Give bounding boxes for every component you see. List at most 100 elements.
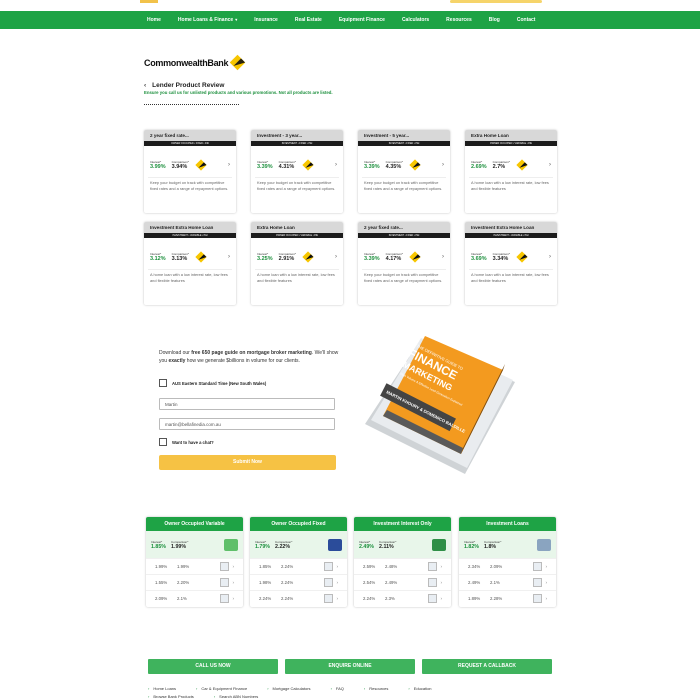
rate-row[interactable]: 1.99% 1.99% › <box>146 558 243 574</box>
interest-rate: 3.69% <box>471 256 487 262</box>
rate-row[interactable]: 2.34% 2.09% › <box>459 558 556 574</box>
nav-calculators[interactable]: Calculators <box>402 17 429 23</box>
nav-insurance[interactable]: Insurance <box>254 17 278 23</box>
bank-logo-icon <box>195 159 207 171</box>
intro-bold-1: free 650 page guide on mortgage broker m… <box>191 350 312 356</box>
footer-link[interactable]: › Browse Bank Products <box>148 694 204 699</box>
intro-text-3: how we generate $billions in volume for … <box>185 358 300 364</box>
product-card-rates: Interest* 2.69% Comparison* 2.7% › <box>471 156 551 174</box>
footer-link[interactable]: › Resources <box>364 686 398 691</box>
chevron-right-icon[interactable]: › <box>441 580 443 585</box>
chevron-right-icon[interactable]: › <box>441 564 443 569</box>
chevron-right-icon[interactable]: › <box>549 162 551 168</box>
chevron-right-icon[interactable]: › <box>337 580 339 585</box>
comparison-label: Comparison* <box>171 539 189 544</box>
comparison-rate: 1.8% <box>484 543 497 550</box>
footer-link[interactable]: › Mortgage Calculators <box>267 686 320 691</box>
rate-value: 1.89% <box>468 596 481 601</box>
product-card[interactable]: 2 year fixed rate... INVESTMENT • FIXED •… <box>358 222 450 305</box>
product-card[interactable]: 2 year fixed rate... OWNER OCCUPIED • FIX… <box>144 130 236 213</box>
product-card[interactable]: Investment - 3 year... INVESTMENT • FIXED… <box>251 130 343 213</box>
product-card[interactable]: Investment - 5 year... INVESTMENT • FIXED… <box>358 130 450 213</box>
submit-button[interactable]: Submit Now <box>159 455 336 470</box>
rate-row[interactable]: 1.89% 2.28% › <box>459 590 556 606</box>
chevron-right-icon[interactable]: › <box>228 254 230 260</box>
rate-row[interactable]: 2.24% 2.3% › <box>354 590 451 606</box>
top-button[interactable] <box>450 0 542 3</box>
chevron-right-icon[interactable]: › <box>233 564 235 569</box>
review-title-text: Lender Product Review <box>152 82 225 89</box>
chevron-right-icon[interactable]: › <box>233 596 235 601</box>
comparison-rate: 1.99% <box>171 543 187 550</box>
timezone-checkbox-row[interactable]: AUS Eastern Standard Time (New South Wal… <box>159 379 266 387</box>
chevron-right-icon[interactable]: › <box>335 162 337 168</box>
rate-table-summary: Interest* 1.79% Comparison* 2.22% <box>250 531 347 558</box>
nav-home-loans[interactable]: Home Loans & Finance ▾ <box>178 17 237 23</box>
rate-row[interactable]: 2.24% 2.24% › <box>250 590 347 606</box>
nav-equipment-finance[interactable]: Equipment Finance <box>339 17 385 23</box>
comparison-value: 1.99% <box>177 564 190 569</box>
chevron-right-icon[interactable]: › <box>335 254 337 260</box>
visit-checkbox-row[interactable]: Want to have a chat? <box>159 438 214 446</box>
name-field[interactable]: Martin <box>159 398 335 410</box>
footer-link[interactable]: › Education <box>408 686 441 691</box>
bank-logo-icon <box>302 251 314 263</box>
nav-real-estate[interactable]: Real Estate <box>295 17 322 23</box>
chevron-right-icon[interactable]: › <box>546 564 548 569</box>
bank-logo-icon <box>409 251 421 263</box>
top-strip <box>0 0 700 11</box>
rate-table-heading: Investment Loans <box>459 517 556 531</box>
chevron-right-icon[interactable]: › <box>441 596 443 601</box>
lender-logo-icon <box>219 594 229 603</box>
rate-row[interactable]: 1.85% 2.24% › <box>250 558 347 574</box>
logo-diamond-icon <box>229 54 246 71</box>
footer-link[interactable]: › Search ABN Numbers <box>214 694 268 699</box>
product-card[interactable]: Investment Extra Home Loan INVESTMENT • V… <box>144 222 236 305</box>
chevron-right-icon[interactable]: › <box>337 564 339 569</box>
bank-logo-icon <box>516 159 528 171</box>
chevron-right-icon[interactable]: › <box>546 596 548 601</box>
request-callback-button[interactable]: REQUEST A CALLBACK <box>422 659 552 674</box>
rate-row[interactable]: 2.54% 2.49% › <box>354 574 451 590</box>
intro-bold-2: exactly <box>168 358 186 364</box>
product-card-description: Keep your budget on track with competiti… <box>150 180 229 191</box>
category-icon <box>328 538 342 551</box>
call-us-button[interactable]: CALL US NOW <box>148 659 278 674</box>
chevron-right-icon[interactable]: › <box>546 580 548 585</box>
email-field[interactable]: martin@bellafinedia.com.au <box>159 418 335 430</box>
rate-row[interactable]: 2.49% 2.1% › <box>459 574 556 590</box>
rate-value: 2.24% <box>259 596 272 601</box>
rate-row[interactable]: 2.09% 2.1% › <box>146 590 243 606</box>
nav-home[interactable]: Home <box>147 17 161 23</box>
footer-link[interactable]: › Car & Equipment Finance <box>196 686 257 691</box>
product-card-rates: Interest* 3.39% Comparison* 4.17% › <box>364 248 444 266</box>
enquire-online-button[interactable]: ENQUIRE ONLINE <box>285 659 415 674</box>
timezone-checkbox[interactable] <box>159 379 167 387</box>
nav-resources[interactable]: Resources <box>446 17 472 23</box>
chevron-right-icon[interactable]: › <box>442 254 444 260</box>
product-card[interactable]: Extra Home Loan OWNER OCCUPIED • VARIABLE… <box>251 222 343 305</box>
chevron-left-icon[interactable]: ‹ <box>144 82 146 89</box>
lender-logo-icon <box>532 562 542 571</box>
rate-row[interactable]: 2.59% 2.48% › <box>354 558 451 574</box>
footer-link[interactable]: › FAQ <box>331 686 354 691</box>
footer-link[interactable]: › Home Loans <box>148 686 186 691</box>
finance-marketing-book: THE DEFINITIVE GUIDE TO FINANCE MARKETIN… <box>365 336 515 474</box>
comparison-value: 2.20% <box>177 580 190 585</box>
rate-row[interactable]: 1.55% 2.20% › <box>146 574 243 590</box>
product-card-tags: INVESTMENT • FIXED • P&I <box>251 141 343 146</box>
chevron-right-icon[interactable]: › <box>233 580 235 585</box>
chevron-right-icon[interactable]: › <box>549 254 551 260</box>
product-card-title: Investment Extra Home Loan <box>144 222 236 233</box>
product-card[interactable]: Investment Extra Home Loan INVESTMENT • V… <box>465 222 557 305</box>
product-card[interactable]: Extra Home Loan OWNER OCCUPIED • VARIABLE… <box>465 130 557 213</box>
chevron-right-icon[interactable]: › <box>228 162 230 168</box>
visit-label: Want to have a chat? <box>172 439 214 445</box>
chevron-right-icon[interactable]: › <box>337 596 339 601</box>
visit-checkbox[interactable] <box>159 438 167 446</box>
rate-row[interactable]: 1.98% 2.24% › <box>250 574 347 590</box>
nav-blog[interactable]: Blog <box>489 17 500 23</box>
comparison-rate: 4.31% <box>278 164 295 170</box>
nav-contact[interactable]: Contact <box>517 17 536 23</box>
chevron-right-icon[interactable]: › <box>442 162 444 168</box>
